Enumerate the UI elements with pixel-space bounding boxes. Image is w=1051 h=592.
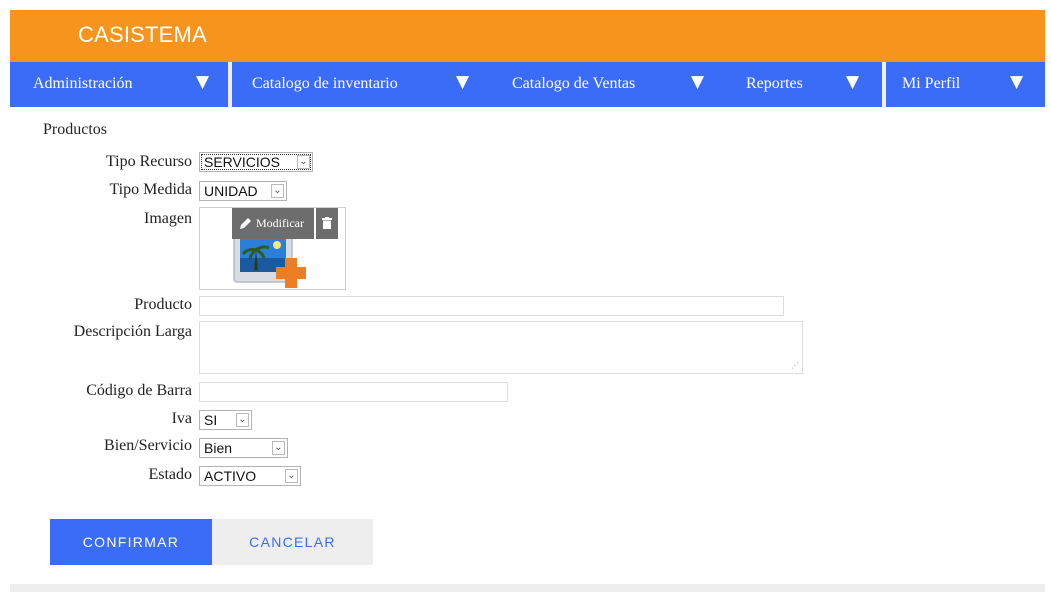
tipo-medida-label: Tipo Medida	[109, 181, 192, 198]
chevron-down-icon: ⌄	[297, 155, 310, 169]
descripcion-label: Descripción Larga	[73, 323, 192, 340]
nav-item-reportes[interactable]: Reportes ▼	[729, 62, 882, 107]
bien-servicio-select[interactable]: Bien ⌄	[199, 438, 288, 458]
modify-image-label: Modificar	[256, 216, 304, 230]
tipo-recurso-select[interactable]: SERVICIOS ⌄	[199, 152, 313, 172]
confirm-button[interactable]: CONFIRMAR	[50, 519, 212, 565]
estado-label: Estado	[148, 466, 192, 483]
tipo-medida-select[interactable]: UNIDAD ⌄	[199, 181, 287, 201]
chevron-down-icon[interactable]: ▼	[456, 74, 469, 91]
imagen-label: Imagen	[144, 210, 192, 227]
pencil-icon	[240, 218, 251, 229]
chevron-down-icon[interactable]: ▼	[691, 74, 704, 91]
iva-select[interactable]: SI ⌄	[199, 410, 252, 430]
chevron-down-icon: ⌄	[285, 469, 298, 483]
trash-icon	[322, 217, 332, 229]
chevron-down-icon[interactable]: ▼	[1010, 74, 1023, 91]
resize-grip-icon[interactable]: ⋰	[791, 362, 799, 370]
main-nav: Administración ▼ Catalogo de inventario …	[10, 62, 1045, 107]
delete-image-button[interactable]	[316, 208, 338, 239]
nav-item-label: Administración	[33, 75, 133, 92]
nav-item-catalogo-inventario[interactable]: Catalogo de inventario ▼	[232, 62, 492, 107]
chevron-down-icon[interactable]: ▼	[846, 74, 859, 91]
footer-bar	[10, 584, 1045, 592]
nav-item-label: Catalogo de Ventas	[512, 75, 636, 92]
page-title: Productos	[43, 121, 107, 138]
iva-label: Iva	[171, 410, 192, 427]
app-header: CASISTEMA	[10, 10, 1045, 62]
nav-item-label: Catalogo de inventario	[252, 75, 398, 92]
chevron-down-icon: ⌄	[236, 413, 249, 427]
chevron-down-icon[interactable]: ▼	[196, 74, 209, 91]
codigo-barra-input[interactable]	[199, 382, 508, 402]
nav-item-label: Mi Perfil	[902, 75, 961, 92]
producto-input[interactable]	[199, 296, 784, 316]
modify-image-button[interactable]: Modificar	[232, 208, 314, 239]
bien-servicio-label: Bien/Servicio	[104, 437, 192, 454]
estado-select[interactable]: ACTIVO ⌄	[199, 466, 301, 486]
chevron-down-icon: ⌄	[272, 441, 285, 455]
codigo-barra-label: Código de Barra	[86, 382, 192, 399]
nav-item-catalogo-ventas[interactable]: Catalogo de Ventas ▼	[492, 62, 729, 107]
app-brand: CASISTEMA	[78, 22, 207, 47]
descripcion-textarea[interactable]: ⋰	[199, 321, 803, 374]
producto-label: Producto	[134, 296, 192, 313]
cancel-button[interactable]: CANCELAR	[212, 519, 373, 565]
nav-item-mi-perfil[interactable]: Mi Perfil ▼	[886, 62, 1045, 107]
nav-item-administracion[interactable]: Administración ▼	[10, 62, 228, 107]
tipo-recurso-label: Tipo Recurso	[105, 153, 192, 170]
nav-item-label: Reportes	[746, 75, 803, 92]
chevron-down-icon: ⌄	[271, 184, 284, 198]
